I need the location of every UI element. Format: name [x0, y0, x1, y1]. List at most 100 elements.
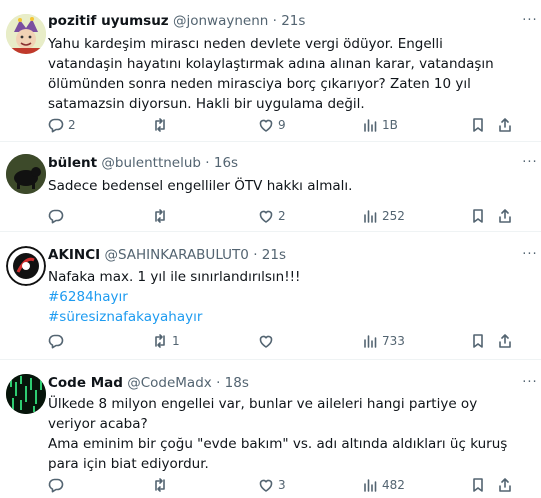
user-handle[interactable]: @bulenttnelub: [101, 155, 201, 171]
repost-arrows-icon: [155, 478, 165, 492]
reply-count: 2: [68, 118, 76, 132]
more-options-button[interactable]: ···: [521, 154, 539, 172]
bookmark-button[interactable]: [470, 474, 486, 496]
like-button[interactable]: 3: [258, 474, 286, 496]
share-icon: [499, 118, 511, 132]
speech-bubble-icon: [48, 478, 64, 493]
tweet-text-line: Yahu kardeşim mirascı neden devlete verg…: [48, 36, 494, 112]
avatar[interactable]: [6, 374, 46, 414]
speech-bubble-icon: [48, 118, 64, 133]
avatar[interactable]: [6, 14, 46, 54]
tweet-text: Yahu kardeşim mirascı neden devlete verg…: [48, 34, 514, 114]
reply-button[interactable]: [48, 330, 68, 352]
action-bar: 1 733: [48, 330, 520, 352]
share-button[interactable]: [497, 114, 513, 136]
share-button[interactable]: [497, 330, 513, 352]
views-count: 733: [382, 334, 405, 348]
more-dots-icon: ···: [522, 155, 538, 170]
avatar[interactable]: [6, 154, 46, 194]
tweet-text-line: Nafaka max. 1 yıl ile sınırlandırılsın!!…: [48, 269, 301, 285]
bookmark-icon: [473, 334, 483, 348]
hashtag-link[interactable]: #6284hayır: [48, 289, 128, 305]
repost-arrows-icon: [155, 334, 165, 348]
user-handle[interactable]: @jonwaynenn: [173, 13, 268, 29]
tweet-text: Ülkede 8 milyon engellei var, bunlar ve …: [48, 394, 514, 474]
tweet-text: Sadece bedensel engelliler ÖTV hakkı alm…: [48, 176, 514, 196]
user-handle[interactable]: @CodeMadx: [127, 375, 212, 391]
more-dots-icon: ···: [522, 247, 538, 262]
like-count: 2: [278, 209, 286, 223]
bookmark-button[interactable]: [470, 114, 486, 136]
display-name[interactable]: Code Mad: [48, 375, 123, 391]
reply-button[interactable]: 2: [48, 114, 76, 136]
display-name[interactable]: AKINCI: [48, 247, 100, 263]
tweet[interactable]: AKINCI @SAHINKARABULUT0 · 21s ··· Nafaka…: [0, 232, 541, 360]
views-count: 482: [382, 478, 405, 492]
user-handle[interactable]: @SAHINKARABULUT0: [104, 247, 248, 263]
bookmark-button[interactable]: [470, 330, 486, 352]
separator-dot: ·: [216, 375, 221, 391]
display-name[interactable]: bülent: [48, 155, 97, 171]
timestamp[interactable]: 21s: [262, 247, 286, 263]
tweet[interactable]: bülent @bulenttnelub · 16s ··· Sadece be…: [0, 142, 541, 232]
share-icon: [499, 209, 511, 223]
share-icon: [499, 334, 511, 348]
bar-chart-icon: [364, 479, 377, 492]
repost-arrows-icon: [155, 209, 165, 223]
timestamp[interactable]: 21s: [281, 13, 305, 29]
jester-avatar-icon: [6, 14, 46, 54]
views-button[interactable]: 1B: [362, 114, 398, 136]
views-count: 252: [382, 209, 405, 223]
views-button[interactable]: 733: [362, 330, 405, 352]
speech-bubble-icon: [48, 334, 64, 349]
more-dots-icon: ···: [522, 13, 538, 28]
display-name[interactable]: pozitif uyumsuz: [48, 13, 169, 29]
bar-chart-icon: [364, 335, 377, 348]
reply-button[interactable]: [48, 474, 68, 496]
repost-button[interactable]: [152, 205, 172, 227]
separator-dot: ·: [253, 247, 258, 263]
bookmark-icon: [473, 478, 483, 492]
bar-chart-icon: [364, 119, 377, 132]
tweet-text-line: Sadece bedensel engelliler ÖTV hakkı alm…: [48, 178, 353, 194]
heart-icon: [259, 335, 273, 348]
like-button[interactable]: 2: [258, 205, 286, 227]
tweet-text: Nafaka max. 1 yıl ile sınırlandırılsın!!…: [48, 267, 514, 327]
share-button[interactable]: [497, 205, 513, 227]
share-icon: [499, 478, 511, 492]
action-bar: 2 9 1B: [48, 114, 520, 136]
timestamp[interactable]: 18s: [225, 375, 249, 391]
heart-icon: [259, 479, 273, 492]
repost-arrows-icon: [155, 118, 165, 132]
tweet-header: AKINCI @SAHINKARABULUT0 · 21s: [48, 246, 286, 264]
views-button[interactable]: 482: [362, 474, 405, 496]
more-options-button[interactable]: ···: [521, 12, 539, 30]
logo-avatar-icon: [6, 246, 46, 286]
like-count: 9: [278, 118, 286, 132]
tweet-header: bülent @bulenttnelub · 16s: [48, 154, 238, 172]
timestamp[interactable]: 16s: [214, 155, 238, 171]
views-button[interactable]: 252: [362, 205, 405, 227]
reply-button[interactable]: [48, 205, 68, 227]
animal-avatar-icon: [6, 154, 46, 194]
action-bar: 3 482: [48, 474, 520, 496]
speech-bubble-icon: [48, 209, 64, 224]
repost-button[interactable]: [152, 474, 172, 496]
heart-icon: [259, 119, 273, 132]
repost-button[interactable]: 1: [152, 330, 180, 352]
more-options-button[interactable]: ···: [521, 374, 539, 392]
bookmark-button[interactable]: [470, 205, 486, 227]
avatar[interactable]: [6, 246, 46, 286]
tweet[interactable]: pozitif uyumsuz @jonwaynenn · 21s ··· Ya…: [0, 0, 541, 142]
share-button[interactable]: [497, 474, 513, 496]
repost-button[interactable]: [152, 114, 172, 136]
more-options-button[interactable]: ···: [521, 246, 539, 264]
tweet-text-line: Ama eminim bir çoğu "evde bakım" vs. adı…: [48, 436, 508, 472]
separator-dot: ·: [272, 13, 277, 29]
hashtag-link[interactable]: #süresiznafakayahayır: [48, 309, 202, 325]
like-button[interactable]: 9: [258, 114, 286, 136]
tweet[interactable]: Code Mad @CodeMadx · 18s ··· Ülkede 8 mi…: [0, 360, 541, 498]
bookmark-icon: [473, 209, 483, 223]
tweet-header: Code Mad @CodeMadx · 18s: [48, 374, 249, 392]
like-button[interactable]: [258, 330, 278, 352]
